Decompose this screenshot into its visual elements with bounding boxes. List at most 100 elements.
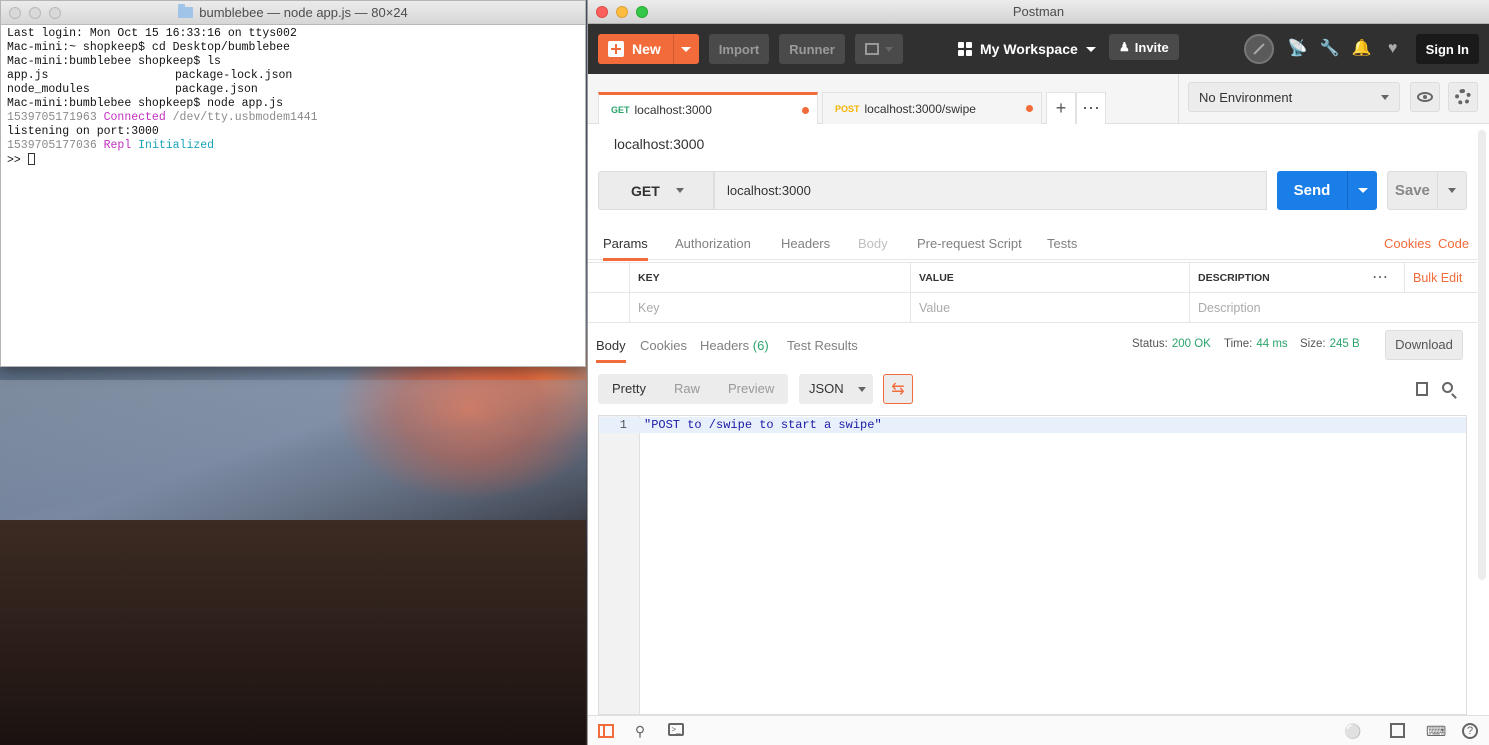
pretty-button[interactable]: Pretty: [598, 374, 660, 404]
new-button[interactable]: New: [598, 34, 699, 64]
timestamp: 1539705171963: [7, 111, 97, 124]
environment-select[interactable]: No Environment: [1188, 82, 1400, 112]
tab-label: localhost:3000: [634, 102, 712, 117]
wrench-icon[interactable]: 🔧: [1320, 40, 1340, 58]
tab-tests[interactable]: Tests: [1047, 236, 1077, 251]
tab-get-localhost[interactable]: GET localhost:3000: [598, 92, 818, 124]
view-mode-toggle: Pretty Raw Preview: [598, 374, 789, 404]
bell-icon[interactable]: 🔔: [1352, 40, 1372, 58]
download-button[interactable]: Download: [1385, 330, 1463, 360]
console-icon[interactable]: >_: [668, 723, 684, 736]
gear-icon: [1455, 89, 1471, 105]
terminal-prompt[interactable]: >>: [7, 153, 579, 167]
tab-body[interactable]: Body: [858, 236, 888, 251]
close-window-icon[interactable]: [596, 6, 608, 18]
close-window-icon[interactable]: [9, 7, 21, 19]
request-name[interactable]: localhost:3000: [614, 136, 704, 152]
ls-entry: package.json: [175, 83, 258, 96]
add-user-icon: ♟: [1119, 40, 1130, 54]
param-description-input[interactable]: Description: [1189, 293, 1477, 323]
environment-quick-look-button[interactable]: [1410, 82, 1440, 112]
satellite-icon[interactable]: 📡: [1288, 40, 1308, 58]
tab-response-cookies[interactable]: Cookies: [640, 338, 687, 353]
postman-title: Postman: [1012, 4, 1065, 19]
minimize-window-icon[interactable]: [616, 6, 628, 18]
params-input-row: Key Value Description: [588, 293, 1477, 323]
invite-label: Invite: [1134, 39, 1169, 55]
chevron-down-icon: [857, 386, 866, 392]
tab-response-body[interactable]: Body: [596, 338, 626, 363]
zoom-window-icon[interactable]: [49, 7, 61, 19]
unsaved-dot-icon: [1026, 105, 1033, 112]
size-value: 245 B: [1329, 338, 1360, 350]
toggle-sidebar-icon[interactable]: [598, 724, 614, 738]
copy-icon[interactable]: [1416, 382, 1428, 396]
param-value-input[interactable]: Value: [910, 293, 1189, 323]
tab-headers[interactable]: Headers: [781, 236, 830, 251]
more-tabs-icon[interactable]: ⋯: [1076, 92, 1106, 124]
url-input[interactable]: localhost:3000: [714, 171, 1267, 210]
two-pane-view-icon[interactable]: [1390, 723, 1405, 738]
timestamp: 1539705177036: [7, 139, 97, 152]
tab-post-swipe[interactable]: POST localhost:3000/swipe: [822, 92, 1042, 124]
wrap-icon: ⇆: [891, 381, 905, 398]
save-dropdown-button[interactable]: [1436, 172, 1466, 209]
sign-in-button[interactable]: Sign In: [1415, 34, 1479, 64]
raw-button[interactable]: Raw: [660, 374, 714, 404]
save-button[interactable]: Save: [1387, 171, 1467, 210]
search-icon[interactable]: [1442, 382, 1453, 393]
lightbulb-icon[interactable]: ⚪: [1344, 723, 1361, 739]
tab-params[interactable]: Params: [603, 236, 648, 261]
cookies-link[interactable]: Cookies: [1384, 236, 1431, 251]
response-body-editor[interactable]: 1 "POST to /swipe to start a swipe": [598, 415, 1467, 715]
tab-authorization[interactable]: Authorization: [675, 236, 751, 251]
send-dropdown-button[interactable]: [1347, 171, 1377, 210]
response-tabs: Body Cookies Headers (6) Test Results St…: [588, 330, 1478, 363]
import-button[interactable]: Import: [708, 34, 770, 64]
sync-off-icon[interactable]: [1243, 34, 1274, 64]
chevron-down-icon: [1381, 94, 1389, 100]
tab-test-results[interactable]: Test Results: [787, 338, 858, 353]
preview-button[interactable]: Preview: [714, 374, 788, 404]
heart-icon[interactable]: ♥: [1384, 40, 1402, 58]
scrollbar[interactable]: [1478, 130, 1486, 580]
wrap-lines-button[interactable]: ⇆: [883, 374, 913, 404]
status-indicator: Status: 200 OK: [1132, 338, 1211, 350]
manage-environments-button[interactable]: [1448, 82, 1478, 112]
find-icon[interactable]: ⚲: [632, 723, 648, 739]
tab-prerequest-script[interactable]: Pre-request Script: [917, 236, 1022, 251]
log-detail: /dev/tty.usbmodem1441: [172, 111, 318, 124]
new-dropdown-button[interactable]: [672, 34, 699, 64]
send-button[interactable]: Send: [1277, 171, 1377, 210]
terminal-window[interactable]: bumblebee — node app.js — 80×24 Last log…: [0, 0, 586, 367]
minimize-window-icon[interactable]: [29, 7, 41, 19]
more-options-icon[interactable]: ⋯: [1364, 263, 1404, 293]
invite-button[interactable]: ♟ Invite: [1109, 34, 1179, 60]
zoom-window-icon[interactable]: [636, 6, 648, 18]
method-select[interactable]: GET: [598, 171, 714, 210]
help-icon[interactable]: ?: [1462, 723, 1478, 739]
tab-response-headers[interactable]: Headers (6): [700, 338, 769, 353]
open-new-button[interactable]: [854, 34, 903, 64]
postman-titlebar[interactable]: Postman: [588, 0, 1489, 24]
terminal-output[interactable]: Last login: Mon Oct 15 16:33:16 on ttys0…: [1, 25, 585, 366]
code-link[interactable]: Code: [1438, 236, 1469, 251]
workspace-selector[interactable]: My Workspace: [958, 34, 1096, 64]
keyboard-icon[interactable]: ⌨: [1426, 723, 1446, 739]
bulk-edit-link[interactable]: Bulk Edit: [1404, 263, 1477, 293]
add-tab-icon[interactable]: +: [1046, 92, 1076, 124]
workspace-label: My Workspace: [980, 41, 1078, 57]
value-column-header: VALUE: [910, 263, 1189, 293]
runner-button[interactable]: Runner: [779, 34, 845, 64]
terminal-titlebar[interactable]: bumblebee — node app.js — 80×24: [1, 1, 585, 25]
time-value: 44 ms: [1256, 338, 1288, 350]
unsaved-dot-icon: [802, 107, 809, 114]
workspace-grid-icon: [958, 42, 972, 56]
prompt-symbol: >>: [7, 154, 21, 167]
language-select[interactable]: JSON: [799, 374, 873, 404]
param-key-input[interactable]: Key: [629, 293, 910, 323]
postman-window[interactable]: Postman New Import Runner My Workspace ♟…: [587, 0, 1489, 745]
params-header-row: KEY VALUE DESCRIPTION ⋯ Bulk Edit: [588, 263, 1477, 293]
chevron-down-icon: [675, 188, 684, 193]
terminal-line: Mac-mini:bumblebee shopkeep$ node app.js: [7, 97, 284, 110]
